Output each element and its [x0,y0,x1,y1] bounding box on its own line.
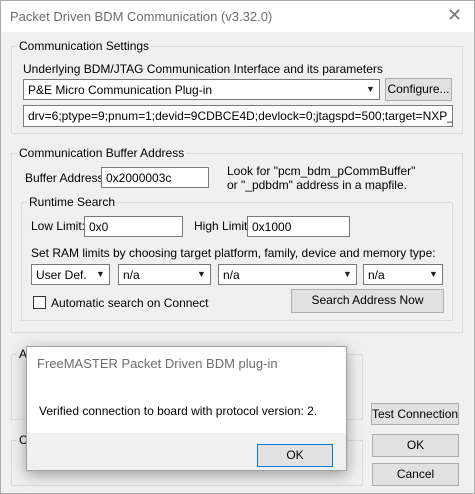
interface-select-value: P&E Micro Communication Plug-in [28,83,213,97]
auto-search-checkbox[interactable] [33,296,46,309]
window-title: Packet Driven BDM Communication (v3.32.0… [10,9,273,24]
title-bar: Packet Driven BDM Communication (v3.32.0… [1,1,474,32]
message-dialog-title: FreeMASTER Packet Driven BDM plug-in [37,356,278,371]
device-select[interactable]: n/a ▼ [218,264,357,285]
chevron-down-icon: ▼ [366,84,375,94]
message-dialog-title-bar: FreeMASTER Packet Driven BDM plug-in [27,347,346,377]
platform-select-value: User Def. [36,268,87,282]
family-select-value: n/a [123,268,140,282]
chevron-down-icon: ▼ [429,269,438,279]
family-select[interactable]: n/a ▼ [118,264,211,285]
close-icon[interactable]: ✕ [447,5,462,26]
memory-type-select-value: n/a [368,268,385,282]
test-connection-button[interactable]: Test Connection [371,403,459,425]
chevron-down-icon: ▼ [343,269,352,279]
high-limit-input[interactable]: 0x1000 [247,216,350,237]
platform-select[interactable]: User Def. ▼ [31,264,110,285]
communication-settings-legend: Communication Settings [19,39,150,53]
low-limit-label: Low Limit: [31,219,86,233]
interface-label: Underlying BDM/JTAG Communication Interf… [23,62,383,76]
high-limit-label: High Limit: [194,219,251,233]
device-select-value: n/a [223,268,240,282]
interface-select[interactable]: P&E Micro Communication Plug-in ▼ [23,79,380,100]
memory-type-select[interactable]: n/a ▼ [363,264,443,285]
runtime-search-legend: Runtime Search [29,195,116,209]
buffer-address-label: Buffer Address: [25,171,107,185]
configure-button[interactable]: Configure... [385,78,452,101]
interface-params-input[interactable]: drv=6;ptype=9;pnum=1;devid=9CDBCE4D;devl… [23,105,453,127]
cancel-button[interactable]: Cancel [372,463,459,486]
chevron-down-icon: ▼ [96,269,105,279]
search-address-button[interactable]: Search Address Now [291,289,444,313]
buffer-address-hint: Look for "pcm_bdm_pCommBuffer" or "_pdbd… [227,164,416,192]
low-limit-input[interactable]: 0x0 [84,216,183,237]
buffer-address-input[interactable]: 0x2000003c [101,167,209,188]
buffer-address-legend: Communication Buffer Address [19,146,185,160]
message-text: Verified connection to board with protoc… [39,404,318,418]
auto-search-label: Automatic search on Connect [51,296,209,310]
chevron-down-icon: ▼ [197,269,206,279]
ram-limits-label: Set RAM limits by choosing target platfo… [31,246,436,260]
ok-button[interactable]: OK [372,434,459,457]
message-dialog: FreeMASTER Packet Driven BDM plug-in Ver… [26,346,347,471]
message-ok-button[interactable]: OK [257,444,333,467]
